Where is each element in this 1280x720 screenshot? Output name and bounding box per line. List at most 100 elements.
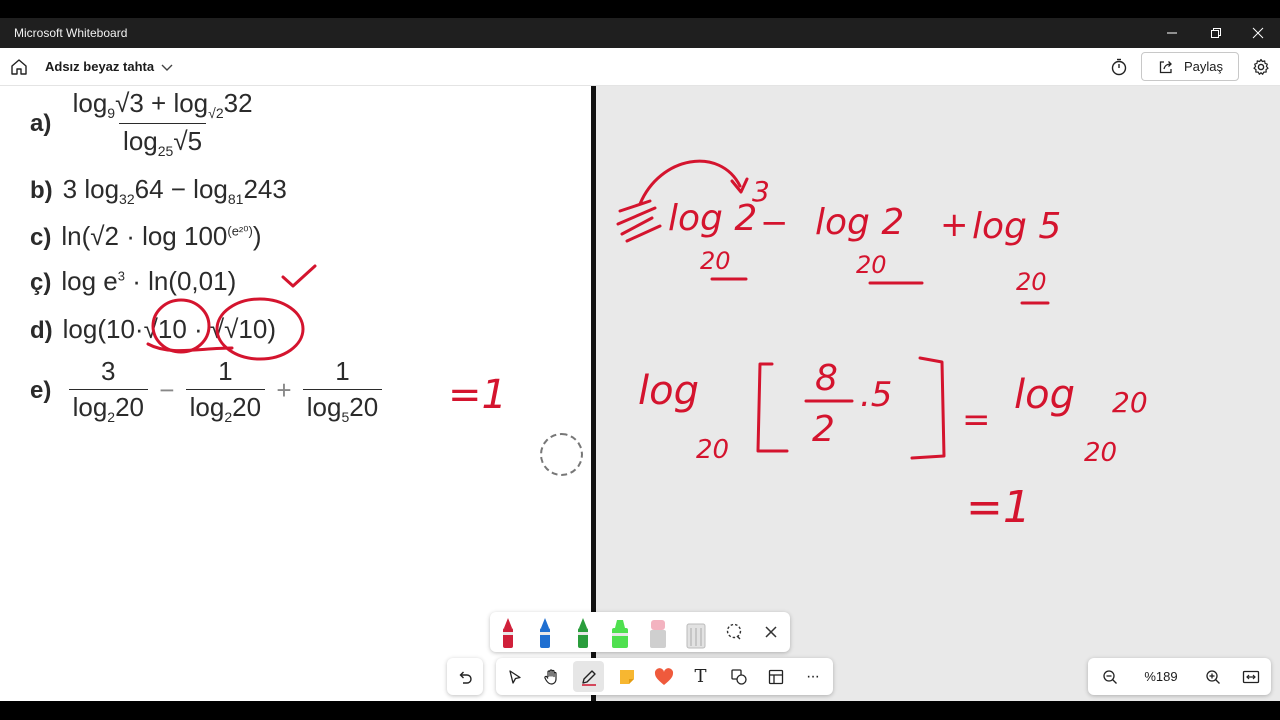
scribble-stroke: [616, 199, 662, 243]
numerator: log9√3 + log√232: [72, 88, 253, 122]
timer-icon: [1111, 58, 1127, 76]
handwritten-text: =1: [966, 482, 1031, 533]
handwritten-text: log 2: [815, 202, 904, 243]
templates-button[interactable]: [760, 661, 791, 692]
template-icon: [768, 669, 783, 684]
green-pen[interactable]: [568, 614, 598, 650]
timer-button[interactable]: [1108, 56, 1130, 78]
problem-d: d) log(10·√10 · √√10): [30, 314, 277, 344]
inking-tool-button[interactable]: [573, 661, 604, 692]
pen-icon: [581, 669, 596, 686]
undo-button[interactable]: [447, 658, 483, 695]
pen-tray: [490, 612, 790, 652]
close-window-button[interactable]: [1236, 18, 1280, 48]
handwritten-text: 20: [1084, 438, 1117, 468]
pen-icon: [503, 618, 513, 648]
arrow-stroke: [638, 159, 742, 206]
fraction: 3 log220: [68, 356, 148, 425]
letterbox-top: [0, 0, 1280, 18]
more-tools-button[interactable]: ···: [797, 661, 828, 692]
undo-icon: [459, 671, 472, 684]
pen-icon: [578, 618, 588, 648]
hand-icon: [543, 668, 557, 685]
handwritten-text: 20: [700, 247, 731, 275]
zoom-level[interactable]: %189: [1140, 669, 1182, 684]
ruler-icon: [686, 623, 706, 649]
select-tool-button[interactable]: [499, 661, 530, 692]
minimize-button[interactable]: [1150, 18, 1194, 48]
eraser-icon: [650, 620, 666, 648]
zoom-out-icon: [1102, 669, 1117, 684]
eraser[interactable]: [643, 614, 673, 650]
reactions-button[interactable]: [648, 661, 679, 692]
close-icon: [765, 626, 777, 638]
ruler[interactable]: [681, 614, 711, 650]
letterbox-bottom: [0, 701, 1280, 720]
blue-pen[interactable]: [530, 614, 560, 650]
settings-button[interactable]: [1250, 56, 1272, 78]
pan-tool-button[interactable]: [536, 661, 567, 692]
problem-b: b) 3 log3264 − log81243: [30, 174, 287, 208]
zoom-controls: %189: [1088, 658, 1271, 695]
app-title: Microsoft Whiteboard: [14, 26, 128, 40]
bracket-stroke: [910, 356, 946, 460]
lasso-select-button[interactable]: [719, 614, 749, 650]
bracket-stroke: [756, 362, 789, 453]
text-tool-button[interactable]: T: [685, 661, 716, 692]
share-button[interactable]: Paylaş: [1141, 52, 1239, 81]
whiteboard-canvas[interactable]: a) log9√3 + log√232 log25√5 b) 3 log3264 …: [0, 86, 1280, 701]
problem-c-cedilla: ç) log e3 · ln(0,01): [30, 266, 237, 296]
sticky-note-button[interactable]: [611, 661, 642, 692]
zoom-in-button[interactable]: [1197, 661, 1228, 692]
fraction: 1 log520: [302, 356, 383, 425]
handwritten-text: log: [638, 368, 699, 414]
fit-screen-icon: [1242, 670, 1259, 683]
pen-icon: [540, 618, 550, 648]
handwritten-text: 3: [752, 175, 770, 208]
denominator: log25√5: [119, 123, 207, 159]
shapes-icon: [730, 668, 747, 685]
highlighter-icon: [612, 620, 628, 648]
zoom-in-icon: [1205, 669, 1220, 684]
share-label: Paylaş: [1184, 59, 1224, 74]
handwritten-text: 8: [815, 358, 838, 399]
restore-button[interactable]: [1194, 18, 1238, 48]
tools-panel: T ···: [496, 658, 833, 695]
restore-icon: [1211, 28, 1221, 38]
problem-e: e) 3 log220 − 1 log220 + 1 log520: [30, 356, 383, 425]
home-icon: [11, 59, 27, 75]
red-pen[interactable]: [493, 614, 523, 650]
app-header: Adsız beyaz tahta Paylaş: [0, 48, 1280, 86]
worksheet-image[interactable]: a) log9√3 + log√232 log25√5 b) 3 log3264 …: [0, 86, 592, 701]
handwritten-text: 20: [1016, 268, 1047, 296]
handwritten-text: −: [760, 203, 789, 243]
home-button[interactable]: [8, 56, 30, 78]
shapes-button[interactable]: [723, 661, 754, 692]
bottom-toolbar: T ···: [447, 658, 833, 695]
handwritten-text: .5: [860, 375, 892, 415]
board-title[interactable]: Adsız beyaz tahta: [45, 59, 154, 74]
board-divider-line: [591, 86, 596, 701]
fraction: log9√3 + log√232 log25√5: [69, 88, 257, 159]
more-icon: ···: [806, 667, 820, 685]
handwritten-text: 20: [696, 435, 729, 465]
handwritten-text: log 5: [972, 206, 1061, 247]
pointer-cursor: [540, 433, 583, 476]
handwritten-text: log 2: [668, 198, 757, 239]
chevron-down-icon[interactable]: [160, 60, 174, 74]
sticky-note-icon: [619, 669, 634, 684]
handwritten-text: =: [962, 400, 991, 440]
close-icon: [1252, 27, 1264, 39]
highlighter-green[interactable]: [605, 614, 635, 650]
handwritten-text: 20: [1112, 386, 1148, 419]
handwritten-text: +: [940, 205, 969, 245]
gear-icon: [1253, 58, 1269, 75]
handwritten-text: log: [1014, 372, 1075, 418]
window-titlebar: Microsoft Whiteboard: [0, 18, 1280, 48]
handwritten-text: 20: [856, 251, 887, 279]
zoom-out-button[interactable]: [1094, 661, 1125, 692]
fit-to-screen-button[interactable]: [1235, 661, 1266, 692]
close-pen-tray-button[interactable]: [756, 614, 786, 650]
problem-a: a) log9√3 + log√232 log25√5: [30, 88, 257, 159]
cursor-arrow-icon: [508, 669, 521, 684]
